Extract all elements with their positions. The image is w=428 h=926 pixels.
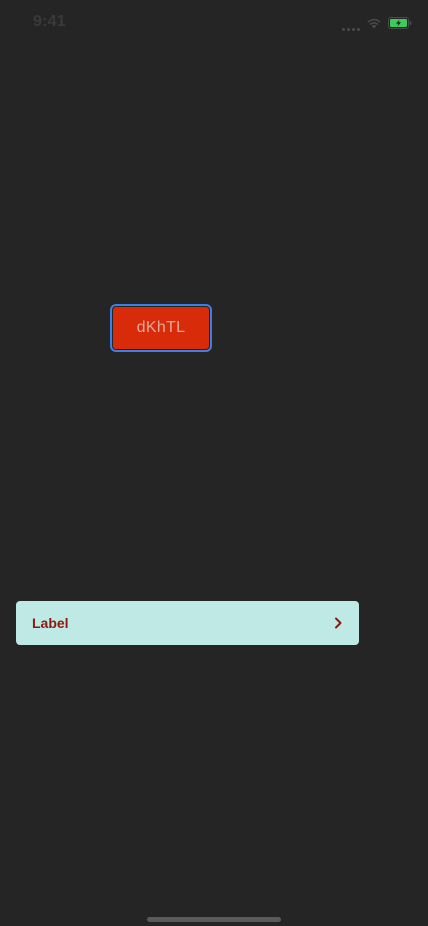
battery-charging-icon xyxy=(388,17,412,29)
status-bar: 9:41 xyxy=(0,0,428,44)
wifi-icon xyxy=(366,17,382,29)
status-time: 9:41 xyxy=(33,13,66,30)
chevron-right-icon xyxy=(333,616,343,630)
primary-action-button-label: dKhTL xyxy=(113,307,209,349)
primary-action-button[interactable]: dKhTL xyxy=(110,304,212,352)
label-list-cell[interactable]: Label xyxy=(16,601,359,645)
status-icons xyxy=(342,15,412,31)
cellular-signal-icon xyxy=(342,21,360,31)
home-indicator[interactable] xyxy=(147,917,281,922)
list-cell-label: Label xyxy=(32,615,69,631)
app-screen: 9:41 dKhTL Label xyxy=(0,0,428,926)
